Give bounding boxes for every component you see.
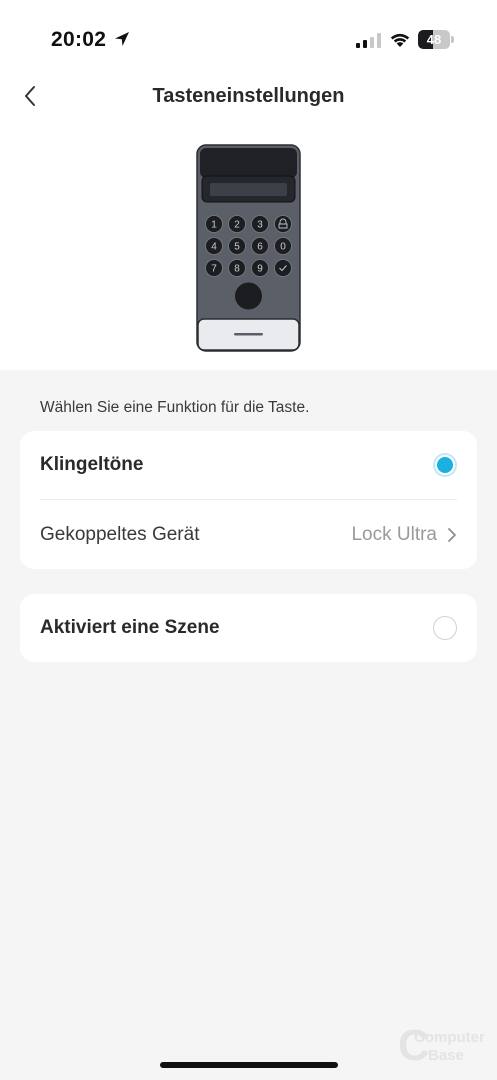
linked-device-value-wrap: Lock Ultra bbox=[351, 524, 457, 546]
option-card-scene: Aktiviert eine Szene bbox=[20, 594, 477, 662]
option-label: Klingeltöne bbox=[40, 454, 144, 475]
radio-unselected-icon[interactable] bbox=[433, 616, 457, 640]
keypad-key-label: 8 bbox=[234, 264, 240, 275]
linked-device-row[interactable]: Gekoppeltes Gerät Lock Ultra bbox=[40, 500, 457, 569]
keypad-key-label: 0 bbox=[280, 242, 286, 253]
page-title: Tasteneinstellungen bbox=[152, 85, 345, 107]
watermark-line1: Computer bbox=[414, 1029, 485, 1046]
keypad-key-label: 5 bbox=[234, 242, 240, 253]
keypad-key-label: 9 bbox=[257, 264, 263, 275]
keypad-key-label: 1 bbox=[211, 220, 217, 231]
screen: 20:02 48 Tasteneinstellungen 1 2 3 4 5 6 0 7 8 9 bbox=[0, 0, 497, 1080]
option-card-ringtones: Klingeltöne Gekoppeltes Gerät Lock Ultra bbox=[20, 431, 477, 569]
keypad-key bbox=[274, 259, 292, 277]
option-scene[interactable]: Aktiviert eine Szene bbox=[40, 594, 457, 662]
option-label: Aktiviert eine Szene bbox=[40, 617, 220, 638]
chevron-right-icon bbox=[448, 527, 456, 542]
cellular-signal-icon bbox=[356, 33, 381, 48]
wifi-icon bbox=[390, 33, 410, 47]
status-time: 20:02 bbox=[51, 28, 107, 51]
linked-device-value: Lock Ultra bbox=[351, 523, 437, 545]
keypad-key-label: 2 bbox=[234, 220, 240, 231]
smart-lock-keypad-image: 1 2 3 4 5 6 0 7 8 9 bbox=[196, 144, 301, 352]
watermark-line2: Base bbox=[428, 1047, 464, 1064]
radio-dot bbox=[437, 457, 453, 473]
keypad-key-label: 4 bbox=[211, 242, 217, 253]
computerbase-watermark-logo: C Computer Base bbox=[398, 1022, 485, 1068]
location-arrow-icon bbox=[115, 32, 129, 46]
keypad-key-label: 3 bbox=[257, 220, 263, 231]
radio-selected-icon[interactable] bbox=[433, 453, 457, 477]
linked-device-label: Gekoppeltes Gerät bbox=[40, 523, 200, 545]
battery-level: 48 bbox=[426, 32, 442, 47]
battery-body: 48 bbox=[418, 30, 450, 49]
option-ringtones[interactable]: Klingeltöne bbox=[40, 431, 457, 499]
keypad-key-label: 7 bbox=[211, 264, 217, 275]
battery-cap bbox=[451, 36, 454, 43]
home-indicator[interactable] bbox=[160, 1062, 338, 1068]
instruction-text: Wählen Sie eine Funktion für die Taste. bbox=[40, 399, 310, 416]
battery-indicator: 48 bbox=[418, 30, 454, 49]
keypad-key-label: 6 bbox=[257, 242, 263, 253]
